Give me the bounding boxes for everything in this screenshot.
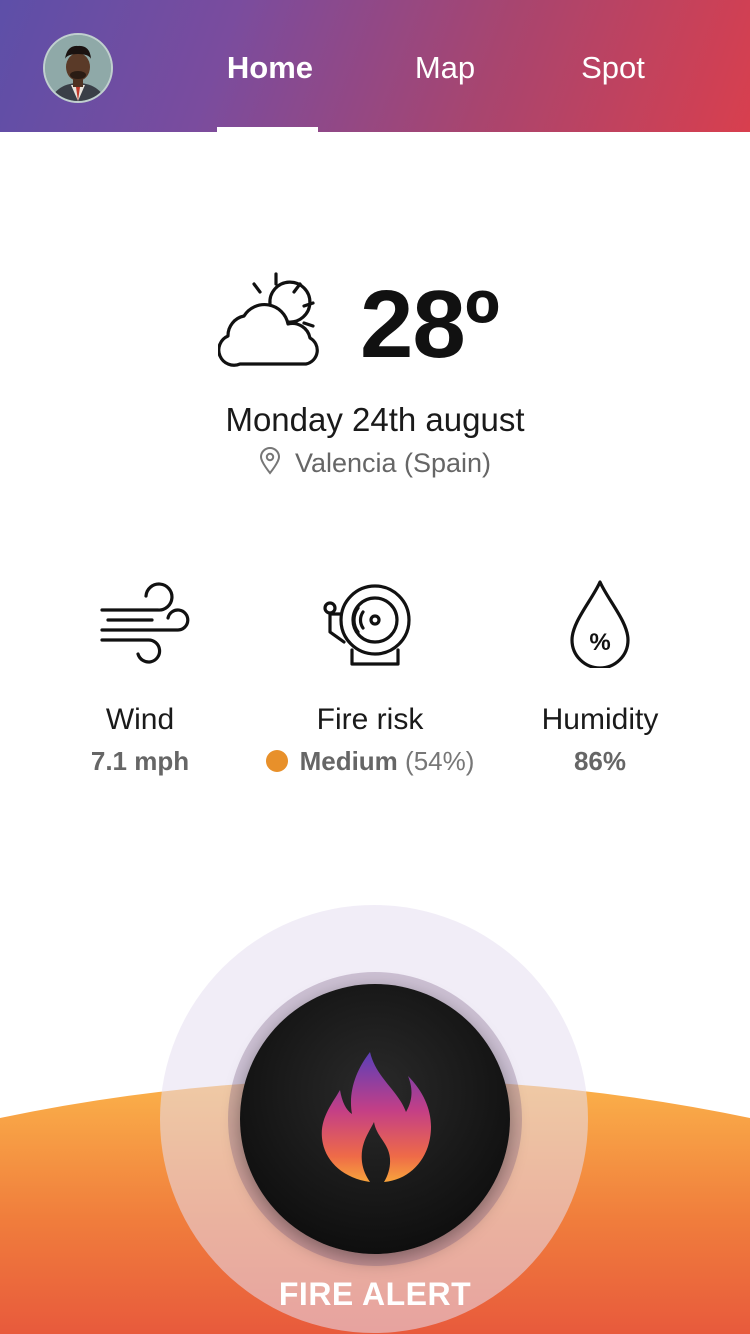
location-line: Valencia (Spain) — [0, 444, 750, 482]
wind-label: Wind — [105, 703, 175, 736]
location-pin-icon — [259, 447, 280, 475]
current-date: Monday 24th august — [225, 401, 525, 438]
fire-risk-value: Medium (54%) — [250, 744, 490, 778]
humidity-stat: % Humidity 86% — [510, 578, 690, 778]
wind-stat: Wind 7.1 mph — [50, 578, 230, 778]
risk-level: Medium — [299, 746, 398, 776]
top-navigation-bar: Home Map Spot — [0, 0, 750, 132]
fire-alert-label: FIRE ALERT — [278, 1276, 472, 1312]
risk-percent: (54%) — [405, 746, 475, 776]
tab-spot[interactable]: Spot — [562, 48, 664, 88]
user-avatar[interactable] — [43, 33, 113, 103]
home-screen: Home Map Spot 28º Monday 24th august Val… — [0, 0, 750, 1334]
risk-level-dot — [265, 750, 288, 772]
partly-cloudy-icon — [218, 272, 319, 367]
wind-icon — [100, 582, 190, 664]
temperature-value: 28º — [360, 271, 500, 378]
alarm-bell-icon — [323, 584, 411, 666]
flame-icon — [321, 1052, 432, 1182]
humidity-label: Humidity — [541, 703, 659, 736]
location-text: Valencia (Spain) — [294, 448, 492, 478]
active-tab-indicator — [217, 127, 318, 132]
humidity-drop-icon: % — [570, 580, 630, 668]
fire-alert-button[interactable] — [240, 984, 510, 1254]
tab-map[interactable]: Map — [395, 48, 495, 88]
svg-text:%: % — [589, 629, 610, 656]
fire-risk-stat: Fire risk Medium (54%) — [250, 578, 490, 778]
fire-risk-label: Fire risk — [316, 703, 424, 736]
tab-home[interactable]: Home — [210, 48, 330, 88]
humidity-value: 86% — [573, 746, 627, 776]
wind-value: 7.1 mph — [90, 746, 190, 776]
